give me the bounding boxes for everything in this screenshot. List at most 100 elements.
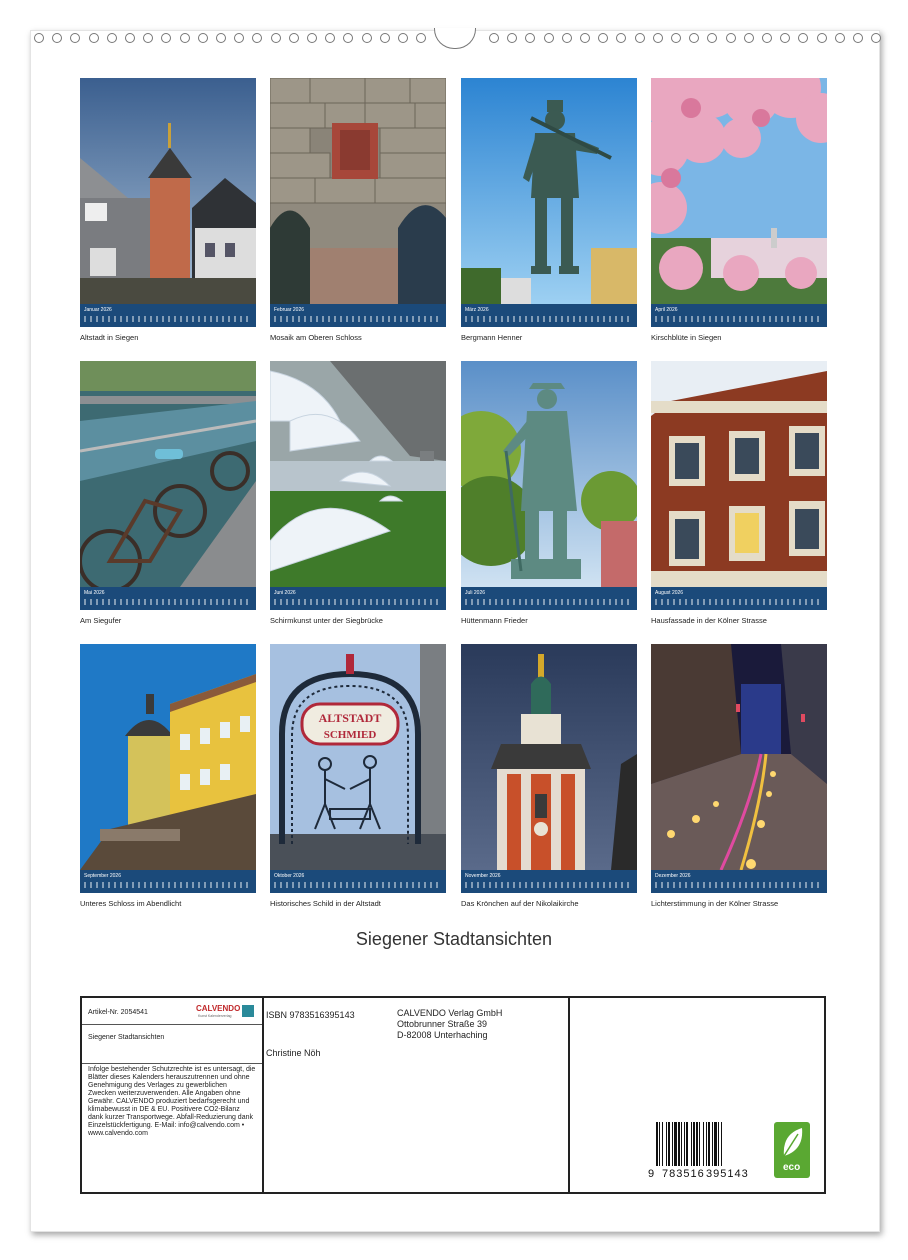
photo-caption: Schirmkunst unter der Siegbrücke [270,616,383,625]
barcode-left-digits: 783516 [662,1168,705,1180]
binding-ring [707,33,718,43]
binding-ring [252,33,263,43]
binding-ring [288,33,299,43]
church-tower-icon [461,644,637,870]
facade-icon [651,361,827,587]
street-lights-icon [651,644,827,870]
month-label: Juni 2026 [274,590,296,596]
month-label: Dezember 2026 [655,873,691,879]
eco-badge: eco [774,1122,810,1178]
month-bar: April 2026 [651,304,827,327]
day-grid [655,316,823,322]
month-bar: Januar 2026 [80,304,256,327]
binding-ring [725,33,736,43]
day-grid [84,316,252,322]
publisher-name: CALVENDO Verlag GmbH [397,1008,503,1018]
binding-ring [216,33,226,43]
binding-ring [580,33,590,43]
binding-ring [143,33,154,43]
photo-caption: Lichterstimmung in der Kölner Strasse [651,899,779,908]
leaf-icon [783,1128,803,1157]
binding-ring [780,33,791,43]
month-bar: März 2026 [461,304,637,327]
day-grid [274,882,442,888]
photo-caption: Altstadt in Siegen [80,333,139,342]
day-grid [655,599,823,605]
bicycles-icon [80,361,256,587]
month-label: August 2026 [655,590,684,596]
binding-ring [834,33,845,43]
calendar-title: Siegener Stadtansichten [355,929,553,949]
photo-caption: Historisches Schild in der Altstadt [270,899,381,908]
barcode-first-digit: 9 [648,1168,655,1180]
binding-ring [652,33,663,43]
cherry-blossom-icon [651,78,827,304]
eco-label: eco [783,1162,801,1173]
sign-icon: ALTSTADT SCHMIED [270,644,446,870]
calvendo-tagline: Kunst Kalenderverlag [198,1014,232,1018]
info-column-left: Artikel-Nr. 2054541 CALVENDO Kunst Kalen… [82,998,264,1192]
photo-caption: Bergmann Henner [461,333,523,342]
binding-ring [598,33,609,43]
month-label: April 2026 [655,307,678,313]
photo-caption: Hausfassade in der Kölner Strasse [651,616,767,625]
binding-ring [489,33,499,43]
month-bar: Dezember 2026 [651,870,827,893]
sign-line1: ALTSTADT [319,711,382,725]
binding-ring [106,33,117,43]
photo-caption: Das Krönchen auf der Nikolaikirche [461,899,579,908]
binding-ring [853,33,863,43]
binding-ring [52,33,63,43]
article-number: Artikel-Nr. 2054541 [88,1009,148,1016]
binding-ring [361,33,372,43]
product-info-box: Artikel-Nr. 2054541 CALVENDO Kunst Kalen… [80,996,826,1194]
binding-ring [88,33,99,43]
binding-ring [416,33,427,43]
binding-ring [197,33,208,43]
binding-ring [689,33,700,43]
binding-ring [125,33,135,43]
binding-ring [561,33,572,43]
miner-statue-icon [461,78,637,304]
day-grid [465,599,633,605]
day-grid [274,316,442,322]
mosaic-wall-icon [270,78,446,304]
day-grid [84,599,252,605]
month-label: März 2026 [465,307,489,313]
month-label: Februar 2026 [274,307,305,313]
info-column-right: 9 783516 395143 eco [570,998,826,1192]
month-bar: September 2026 [80,870,256,893]
binding-ring [507,33,518,43]
product-title-row: Siegener Stadtansichten [82,1025,262,1064]
month-bar: Oktober 2026 [270,870,446,893]
day-grid [84,882,252,888]
binding-ring [525,33,536,43]
binding-ring [634,33,645,43]
info-column-middle: ISBN 9783516395143 Christine Nöh CALVEND… [263,998,570,1192]
binding-ring [307,33,317,43]
photo-caption: Hüttenmann Frieder [461,616,528,625]
umbrella-art-icon [270,361,446,587]
binding-ring [270,33,281,43]
month-bar: Februar 2026 [270,304,446,327]
calvendo-logo-icon [242,1005,254,1017]
binding-ring [161,33,172,43]
barcode [656,1122,748,1166]
binding-ring [325,33,336,43]
month-bar: November 2026 [461,870,637,893]
binding-ring [543,33,554,43]
binding-ring [343,33,354,43]
binding-ring [743,33,754,43]
month-label: November 2026 [465,873,501,879]
sign-line2: SCHMIED [324,729,377,741]
smelter-statue-icon [461,361,637,587]
photo-caption: Unteres Schloss im Abendlicht [80,899,182,908]
binding-ring [671,33,681,43]
binding-ring [762,33,772,43]
binding-ring [34,33,44,43]
publisher-city: D-82008 Unterhaching [397,1030,488,1040]
binding-ring [379,33,390,43]
isbn: ISBN 9783516395143 [266,1010,355,1020]
month-bar: Mai 2026 [80,587,256,610]
month-label: Mai 2026 [84,590,105,596]
